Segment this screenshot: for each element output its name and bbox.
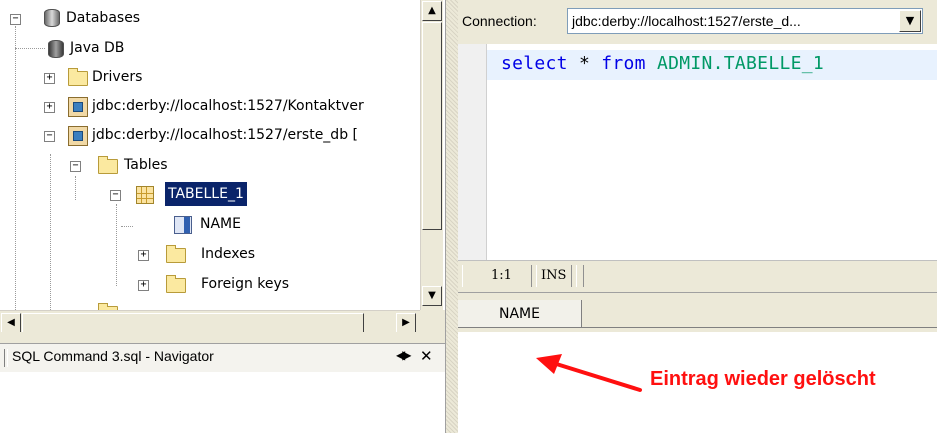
scroll-down-button[interactable]: ▼ <box>422 286 442 306</box>
collapse-icon[interactable]: − <box>10 14 21 25</box>
tree-item-databases[interactable]: − Databases <box>0 6 420 30</box>
collapse-icon[interactable]: − <box>70 161 81 172</box>
sql-statement[interactable]: select * from ADMIN.TABELLE_1 <box>501 53 824 74</box>
editor-status-bar: 1:1 INS <box>458 260 937 293</box>
expand-icon[interactable]: + <box>44 102 55 113</box>
folder-icon <box>166 275 186 293</box>
connection-icon <box>68 97 88 117</box>
tree-item-label: Foreign keys <box>201 276 290 292</box>
connection-label: Connection: <box>462 13 537 29</box>
column-icon <box>174 216 192 234</box>
tree-item-drivers[interactable]: + Drivers <box>0 65 420 89</box>
sql-operator: * <box>567 53 602 74</box>
tree-item-tabelle-1[interactable]: − TABELLE_1 <box>0 182 420 206</box>
database-tree[interactable]: − Databases Java DB + Drivers + jdbc:der… <box>0 0 445 310</box>
pin-icon[interactable]: ◀▶ <box>396 348 412 362</box>
navigator-panel-header[interactable]: SQL Command 3.sql - Navigator ◀▶ ✕ <box>0 343 445 373</box>
insert-mode: INS <box>536 265 572 287</box>
chevron-down-icon[interactable]: ▼ <box>899 10 921 32</box>
tree-item-column-name[interactable]: NAME <box>0 212 420 236</box>
tree-item-indexes[interactable]: + Indexes <box>0 242 420 266</box>
collapse-icon[interactable]: − <box>44 131 55 142</box>
tree-item-label: TABELLE_1 <box>165 182 247 206</box>
scroll-thumb[interactable] <box>22 313 364 333</box>
tree-horizontal-scrollbar[interactable]: ◀ ▶ <box>0 310 420 333</box>
connection-icon <box>68 126 88 146</box>
connection-value: jdbc:derby://localhost:1527/erste_d... <box>572 13 801 29</box>
scroll-up-button[interactable]: ▲ <box>422 1 442 21</box>
tree-item-connection-kontakt[interactable]: + jdbc:derby://localhost:1527/Kontaktver <box>0 94 420 118</box>
annotation-arrow-icon <box>536 354 642 392</box>
folder-icon <box>166 245 186 263</box>
tree-item-label: Databases <box>66 10 141 26</box>
navigator-title: SQL Command 3.sql - Navigator <box>12 348 214 364</box>
tree-item-label: Java DB <box>70 40 125 56</box>
database-stack-icon <box>44 9 60 27</box>
cursor-position: 1:1 <box>462 265 532 287</box>
result-header-filler <box>582 300 937 328</box>
navigator-content <box>0 372 445 433</box>
sql-identifier: ADMIN.TABELLE_1 <box>656 53 825 74</box>
tree-item-foreign-keys[interactable]: + Foreign keys <box>0 272 420 296</box>
database-icon <box>48 40 64 58</box>
scroll-corner <box>420 310 445 332</box>
pane-splitter[interactable] <box>445 0 459 433</box>
tree-item-label: jdbc:derby://localhost:1527/Kontaktver <box>92 98 364 114</box>
tree-item-java-db[interactable]: Java DB <box>0 36 420 60</box>
sql-space <box>646 53 657 74</box>
folder-icon <box>98 156 118 174</box>
sql-keyword: from <box>601 53 646 74</box>
connection-select[interactable]: jdbc:derby://localhost:1527/erste_d... <box>567 8 923 34</box>
drag-handle[interactable] <box>4 349 8 367</box>
result-column-header[interactable]: NAME <box>458 300 582 328</box>
scroll-left-button[interactable]: ◀ <box>1 313 21 333</box>
tree-item-label: NAME <box>200 216 241 232</box>
panel-gap <box>0 332 445 343</box>
tree-item-connection-erste-db[interactable]: − jdbc:derby://localhost:1527/erste_db [ <box>0 123 420 147</box>
expand-icon[interactable]: + <box>44 73 55 84</box>
tree-item-label: Drivers <box>92 69 143 85</box>
expand-icon[interactable]: + <box>138 280 149 291</box>
annotation-text: Eintrag wieder gelöscht <box>650 368 876 390</box>
tree-item-label: jdbc:derby://localhost:1527/erste_db [ <box>92 127 358 143</box>
scroll-thumb[interactable] <box>422 22 442 230</box>
collapse-icon[interactable]: − <box>110 190 121 201</box>
expand-icon[interactable]: + <box>138 250 149 261</box>
tree-item-label: Tables <box>124 157 168 173</box>
scroll-right-button[interactable]: ▶ <box>396 313 416 333</box>
folder-icon <box>68 68 88 86</box>
sql-keyword: select <box>501 53 568 74</box>
tree-item-label: Indexes <box>201 246 256 262</box>
close-icon[interactable]: ✕ <box>420 347 433 365</box>
table-icon <box>136 186 154 204</box>
tree-vertical-scrollbar[interactable]: ▲ ▼ <box>420 0 443 310</box>
editor-gutter <box>458 44 487 260</box>
status-cell-empty <box>576 265 584 287</box>
tree-item-tables[interactable]: − Tables <box>0 153 420 177</box>
